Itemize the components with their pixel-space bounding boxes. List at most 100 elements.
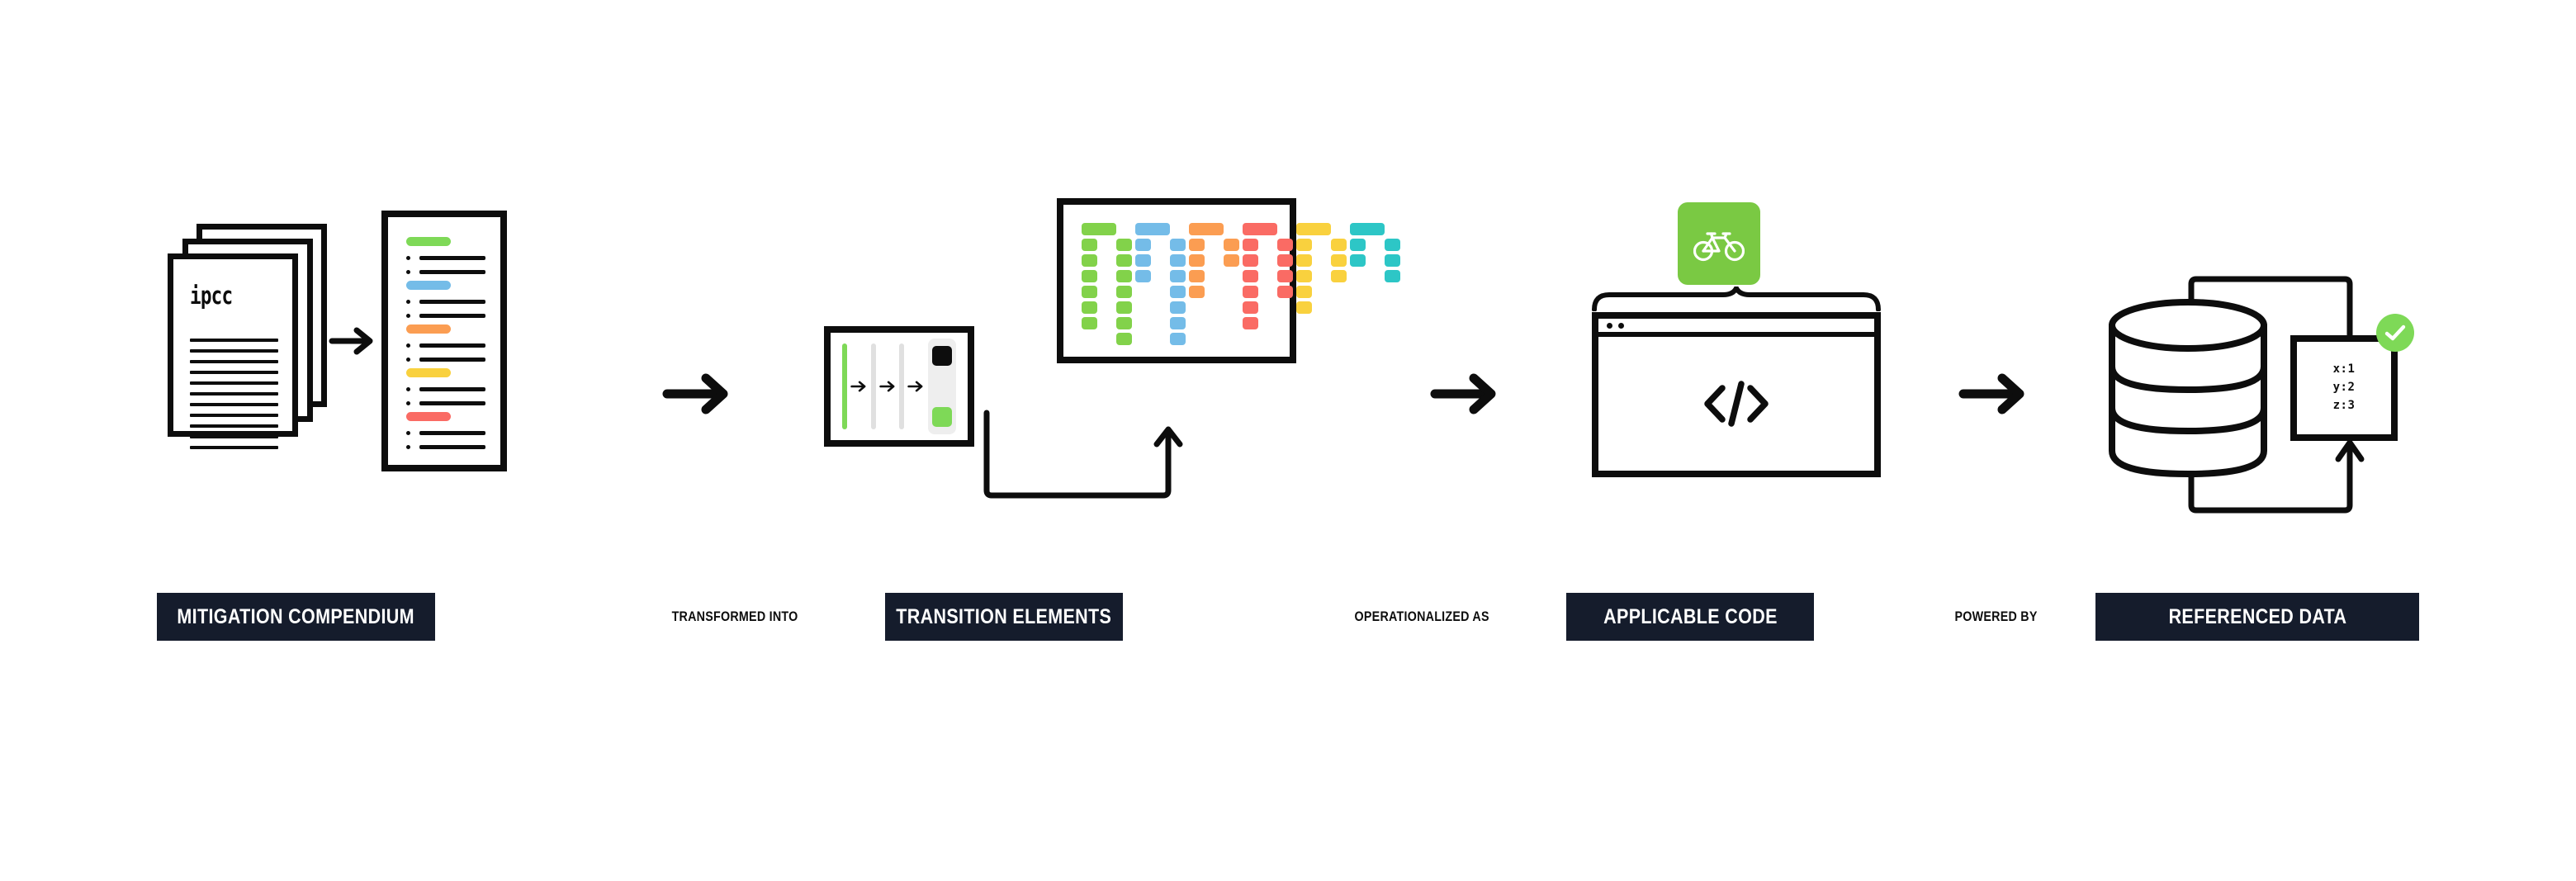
heatmap-cell (1277, 254, 1293, 267)
heatmap-cell (1170, 317, 1186, 329)
heatmap-cell (1385, 254, 1400, 267)
heatmap-column (1170, 223, 1186, 345)
connector-text: POWERED BY (1954, 609, 2039, 624)
heatmap-cell-empty (1385, 301, 1400, 314)
heatmap-cell (1385, 239, 1400, 251)
heatmap-group-header (1350, 223, 1385, 235)
flow-arrow-1 (661, 367, 735, 420)
document-body-lines (190, 338, 278, 457)
heatmap-cell (1189, 270, 1205, 282)
heatmap-column (1189, 223, 1224, 345)
heatmap-column (1082, 223, 1116, 345)
arrow-stack-to-annotated (329, 324, 376, 358)
bullet-dot (406, 300, 410, 304)
heatmap-cell (1170, 286, 1186, 298)
bullet-dot (406, 358, 410, 362)
heatmap-cell-empty (1135, 317, 1151, 329)
heatmap-cell (1170, 301, 1186, 314)
bicycle-icon (1693, 232, 1745, 262)
label-referenced-data[interactable]: REFERENCED DATA (2095, 593, 2419, 641)
heatmap-group-header (1135, 223, 1170, 235)
bullet-line (419, 431, 485, 435)
heatmap-cell (1385, 270, 1400, 282)
flow-arrow-3 (1957, 367, 2031, 420)
heatmap-cell (1082, 254, 1097, 267)
label-transformed-into: TRANSFORMED INTO (623, 593, 846, 641)
database-cylinder-icon (2107, 297, 2272, 479)
heatmap-cell-empty (1385, 317, 1400, 329)
label-applicable-code[interactable]: APPLICABLE CODE (1566, 593, 1814, 641)
heatmap-cell (1277, 270, 1293, 282)
heatmap-cell (1189, 254, 1205, 267)
annotated-section (406, 281, 485, 318)
slider-bar-idle[interactable] (899, 343, 905, 429)
heatmap-cell (1243, 301, 1258, 314)
heatmap-cell (1170, 254, 1186, 267)
heatmap-cell (1170, 239, 1186, 251)
heatmap-cell (1116, 317, 1132, 329)
chip-text: REFERENCED DATA (2168, 604, 2346, 628)
heatmap-cell (1116, 286, 1132, 298)
heatmap-cell-empty (1350, 317, 1366, 329)
annotated-section (406, 237, 485, 274)
stage-mitigation-compendium: ipcc (157, 211, 586, 483)
label-mitigation-compendium[interactable]: MITIGATION COMPENDIUM (157, 593, 435, 641)
heatmap-column (1224, 223, 1239, 345)
stage-transition-elements (817, 198, 1400, 528)
bullet-line (419, 256, 485, 260)
swatch-black[interactable] (931, 346, 952, 366)
chip-text: MITIGATION COMPENDIUM (177, 604, 415, 628)
bullet-line (419, 387, 485, 391)
heatmap-cell (1296, 286, 1312, 298)
chip-text: TRANSITION ELEMENTS (896, 604, 1112, 628)
bullet-dot (406, 401, 410, 405)
flow-arrow-2 (1428, 367, 1503, 420)
bullet-line (419, 300, 485, 304)
heatmap-cell (1224, 239, 1239, 251)
heatmap-cell-empty (1350, 333, 1366, 345)
heatmap-cell (1116, 301, 1132, 314)
heatmap-cell-empty (1224, 270, 1239, 282)
heatmap-cell (1135, 239, 1151, 251)
heatmap-cell (1331, 270, 1347, 282)
heatmap-cell-empty (1331, 286, 1347, 298)
ipcc-wordmark: ipcc (190, 282, 233, 310)
bullet-line (419, 343, 485, 348)
heatmap-cell (1243, 270, 1258, 282)
heatmap-cell (1243, 254, 1258, 267)
heatmap-cell (1170, 333, 1186, 345)
app-tile[interactable] (1678, 202, 1760, 285)
heatmap-grid (1082, 223, 1400, 345)
heatmap-cell-empty (1224, 333, 1239, 345)
heatmap-cell-empty (1277, 333, 1293, 345)
slider-bar-active[interactable] (842, 343, 848, 429)
heatmap-cell (1116, 270, 1132, 282)
heatmap-cell-empty (1082, 333, 1097, 345)
heatmap-cell (1296, 301, 1312, 314)
annotated-section (406, 368, 485, 405)
slider-bar-idle[interactable] (870, 343, 876, 429)
heatmap-group-header (1296, 223, 1331, 235)
heatmap-cell-empty (1189, 317, 1205, 329)
bullet-line (419, 270, 485, 274)
heatmap-cell (1135, 254, 1151, 267)
heatmap-cell (1277, 239, 1293, 251)
heatmap-cell-empty (1135, 286, 1151, 298)
bullet-line (419, 401, 485, 405)
bullet-dot (406, 270, 410, 274)
swatch-card[interactable] (927, 339, 957, 434)
heatmap-column (1116, 223, 1132, 345)
heatmap-cell-empty (1385, 286, 1400, 298)
heatmap-column (1243, 223, 1277, 345)
heatmap-cell-empty (1135, 301, 1151, 314)
label-transition-elements[interactable]: TRANSITION ELEMENTS (885, 593, 1123, 641)
heatmap-cell (1296, 270, 1312, 282)
heatmap-cell-empty (1224, 317, 1239, 329)
record-row-y: y:2 (2332, 381, 2356, 395)
swatch-green[interactable] (931, 407, 952, 427)
heatmap-group-header (1189, 223, 1224, 235)
bullet-dot (406, 314, 410, 318)
bullet-dot (406, 256, 410, 260)
window-dot (1618, 322, 1624, 329)
heatmap-column (1135, 223, 1170, 345)
